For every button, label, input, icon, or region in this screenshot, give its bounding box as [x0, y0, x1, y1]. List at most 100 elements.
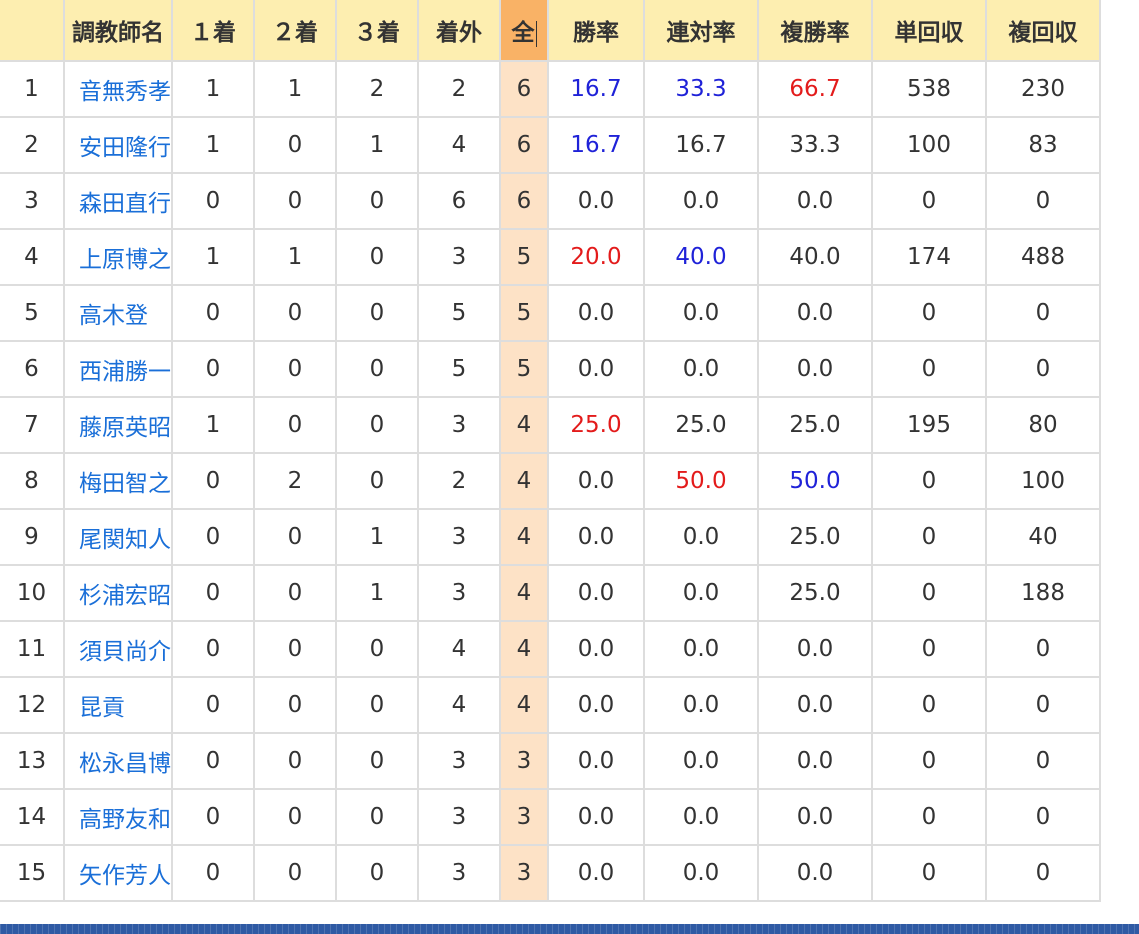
- trainer-name-cell: 森田直行: [63, 172, 173, 230]
- show-rate-cell: 25.0: [757, 396, 873, 454]
- total-cell: 6: [499, 60, 549, 118]
- table-row: 12 昆貢 0 0 0 4 4 0.0 0.0 0.0 0 0: [0, 676, 1101, 734]
- third-place-cell: 0: [335, 172, 419, 230]
- table-body: 1 音無秀孝 1 1 2 2 6 16.7 33.3 66.7 538 230 2 安田隆行 1 0 1 4 6 16…: [0, 60, 1101, 902]
- win-rate-cell: 0.0: [547, 340, 645, 398]
- win-rate-cell: 0.0: [547, 620, 645, 678]
- trainer-name-cell: 松永昌博: [63, 732, 173, 790]
- header-win-return[interactable]: 単回収: [871, 0, 987, 62]
- rank-cell: 12: [0, 676, 65, 734]
- total-cell: 4: [499, 676, 549, 734]
- third-place-cell: 0: [335, 732, 419, 790]
- quinella-rate-cell: 0.0: [643, 676, 759, 734]
- header-win-rate[interactable]: 勝率: [547, 0, 645, 62]
- first-place-cell: 0: [171, 732, 255, 790]
- first-place-cell: 0: [171, 676, 255, 734]
- second-place-cell: 0: [253, 564, 337, 622]
- rank-cell: 6: [0, 340, 65, 398]
- third-place-cell: 0: [335, 844, 419, 902]
- rank-cell: 9: [0, 508, 65, 566]
- second-place-cell: 1: [253, 228, 337, 286]
- third-place-cell: 0: [335, 452, 419, 510]
- second-place-cell: 0: [253, 788, 337, 846]
- rank-cell: 2: [0, 116, 65, 174]
- header-unplaced[interactable]: 着外: [417, 0, 501, 62]
- header-show-return[interactable]: 複回収: [985, 0, 1101, 62]
- trainer-name-link[interactable]: 須貝尚介: [79, 639, 170, 665]
- unplaced-cell: 3: [417, 508, 501, 566]
- show-return-cell: 80: [985, 396, 1101, 454]
- total-cell: 5: [499, 228, 549, 286]
- header-trainer-name[interactable]: 調教師名: [63, 0, 173, 62]
- trainer-name-cell: 上原博之: [63, 228, 173, 286]
- unplaced-cell: 4: [417, 676, 501, 734]
- trainer-name-link[interactable]: 高野友和: [79, 807, 170, 833]
- header-first-place[interactable]: １着: [171, 0, 255, 62]
- win-rate-cell: 20.0: [547, 228, 645, 286]
- trainer-name-link[interactable]: 矢作芳人: [79, 863, 170, 889]
- trainer-name-cell: 矢作芳人: [63, 844, 173, 902]
- trainer-name-cell: 昆貢: [63, 676, 173, 734]
- trainer-name-link[interactable]: 昆貢: [79, 695, 125, 721]
- quinella-rate-cell: 0.0: [643, 564, 759, 622]
- win-rate-cell: 16.7: [547, 116, 645, 174]
- win-rate-cell: 0.0: [547, 732, 645, 790]
- trainer-name-link[interactable]: 尾関知人: [79, 527, 170, 553]
- first-place-cell: 0: [171, 508, 255, 566]
- win-return-cell: 0: [871, 172, 987, 230]
- header-quinella-rate[interactable]: 連対率: [643, 0, 759, 62]
- show-return-cell: 100: [985, 452, 1101, 510]
- header-total-sorted[interactable]: 全: [499, 0, 549, 62]
- trainer-name-cell: 高野友和: [63, 788, 173, 846]
- win-rate-cell: 0.0: [547, 508, 645, 566]
- trainer-name-link[interactable]: 杉浦宏昭: [79, 583, 170, 609]
- third-place-cell: 0: [335, 340, 419, 398]
- show-rate-cell: 50.0: [757, 452, 873, 510]
- trainer-name-link[interactable]: 西浦勝一: [79, 359, 170, 385]
- page-footer-strip: [0, 924, 1139, 934]
- trainer-name-cell: 杉浦宏昭: [63, 564, 173, 622]
- show-rate-cell: 0.0: [757, 788, 873, 846]
- second-place-cell: 2: [253, 452, 337, 510]
- total-cell: 5: [499, 284, 549, 342]
- quinella-rate-cell: 16.7: [643, 116, 759, 174]
- trainer-name-link[interactable]: 高木登: [79, 303, 148, 329]
- trainer-name-link[interactable]: 森田直行: [79, 191, 170, 217]
- win-return-cell: 0: [871, 340, 987, 398]
- third-place-cell: 0: [335, 284, 419, 342]
- trainer-name-link[interactable]: 梅田智之: [79, 471, 170, 497]
- quinella-rate-cell: 0.0: [643, 340, 759, 398]
- rank-cell: 3: [0, 172, 65, 230]
- show-rate-cell: 0.0: [757, 620, 873, 678]
- third-place-cell: 0: [335, 788, 419, 846]
- rank-cell: 8: [0, 452, 65, 510]
- first-place-cell: 0: [171, 172, 255, 230]
- second-place-cell: 0: [253, 676, 337, 734]
- header-second-place[interactable]: ２着: [253, 0, 337, 62]
- total-cell: 5: [499, 340, 549, 398]
- header-rank[interactable]: [0, 0, 65, 62]
- win-return-cell: 0: [871, 284, 987, 342]
- first-place-cell: 1: [171, 116, 255, 174]
- table-row: 8 梅田智之 0 2 0 2 4 0.0 50.0 50.0 0 100: [0, 452, 1101, 510]
- trainer-name-link[interactable]: 藤原英昭: [79, 415, 170, 441]
- rank-cell: 10: [0, 564, 65, 622]
- trainer-name-link[interactable]: 上原博之: [79, 247, 170, 273]
- total-cell: 3: [499, 732, 549, 790]
- show-return-cell: 40: [985, 508, 1101, 566]
- quinella-rate-cell: 0.0: [643, 284, 759, 342]
- header-third-place[interactable]: ３着: [335, 0, 419, 62]
- quinella-rate-cell: 33.3: [643, 60, 759, 118]
- quinella-rate-cell: 50.0: [643, 452, 759, 510]
- first-place-cell: 1: [171, 396, 255, 454]
- trainer-name-link[interactable]: 安田隆行: [79, 135, 170, 161]
- total-cell: 6: [499, 172, 549, 230]
- trainer-name-link[interactable]: 松永昌博: [79, 751, 170, 777]
- trainer-name-link[interactable]: 音無秀孝: [79, 79, 170, 105]
- header-show-rate[interactable]: 複勝率: [757, 0, 873, 62]
- first-place-cell: 0: [171, 452, 255, 510]
- total-cell: 3: [499, 788, 549, 846]
- text-cursor: [535, 20, 537, 47]
- show-return-cell: 0: [985, 788, 1101, 846]
- table-row: 9 尾関知人 0 0 1 3 4 0.0 0.0 25.0 0 40: [0, 508, 1101, 566]
